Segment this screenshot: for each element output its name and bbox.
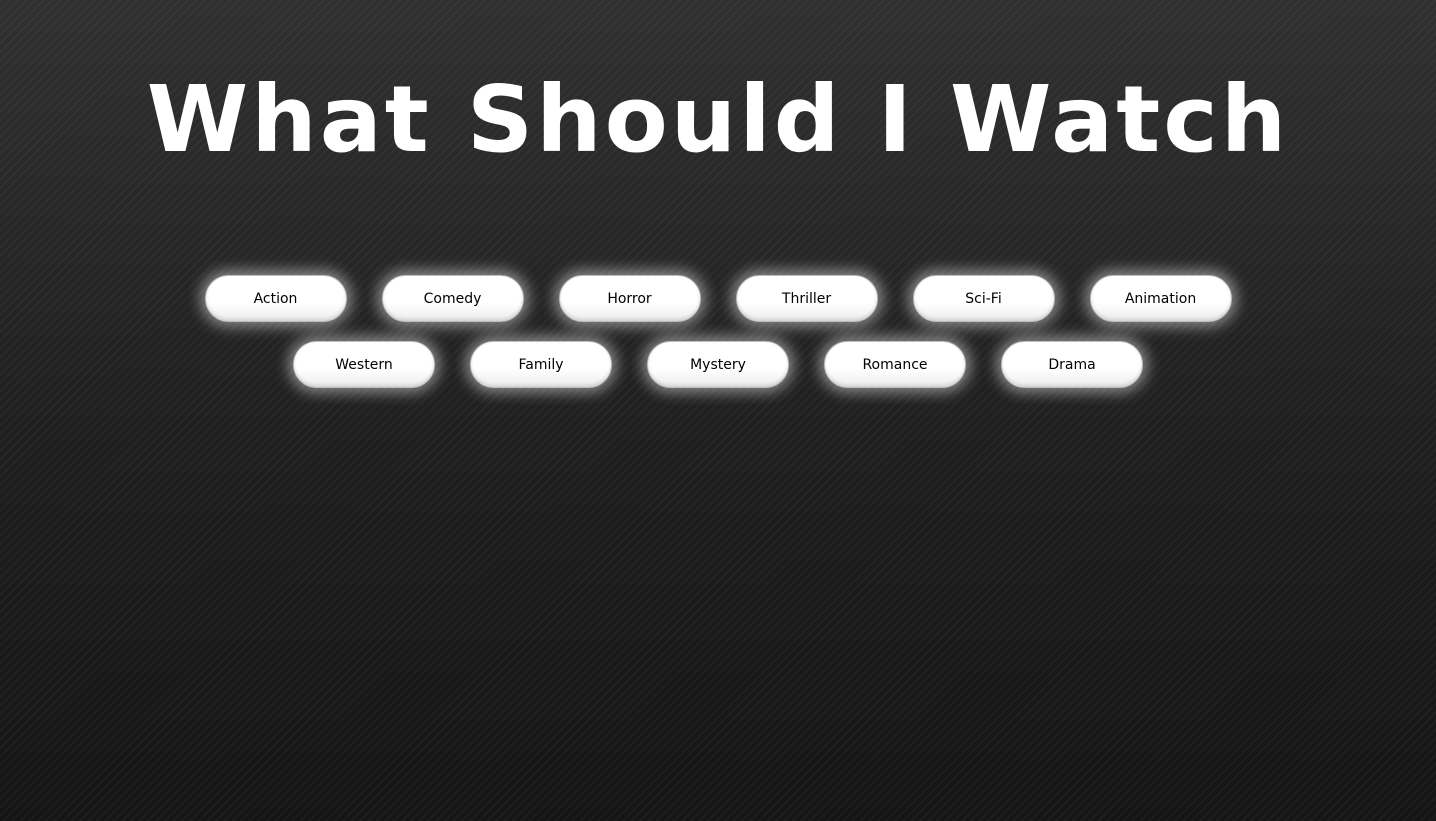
genre-button-mystery[interactable]: Mystery	[647, 341, 789, 388]
page-title: What Should I Watch	[146, 66, 1290, 173]
genre-button-animation[interactable]: Animation	[1089, 275, 1232, 322]
genre-row-1: Action Comedy Horror Thriller Sci-Fi Ani…	[0, 275, 1436, 322]
genre-button-romance[interactable]: Romance	[824, 341, 966, 388]
genre-button-horror[interactable]: Horror	[558, 275, 701, 322]
genre-button-thriller[interactable]: Thriller	[735, 275, 878, 322]
genre-button-action[interactable]: Action	[204, 275, 347, 322]
genre-button-comedy[interactable]: Comedy	[381, 275, 524, 322]
genre-row-2: Western Family Mystery Romance Drama	[0, 341, 1436, 388]
genre-button-family[interactable]: Family	[470, 341, 612, 388]
genre-button-sci-fi[interactable]: Sci-Fi	[912, 275, 1055, 322]
genre-button-drama[interactable]: Drama	[1001, 341, 1143, 388]
genre-button-western[interactable]: Western	[293, 341, 435, 388]
